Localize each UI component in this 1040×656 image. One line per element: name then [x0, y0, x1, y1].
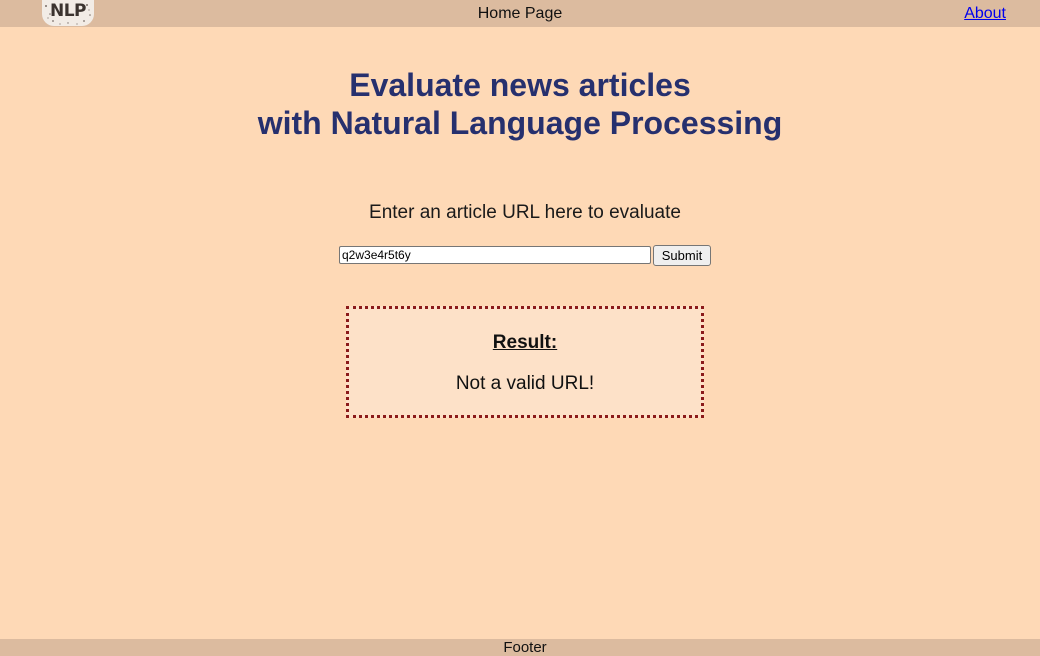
headline-line-1: Evaluate news articles: [349, 67, 691, 103]
result-panel: Result: Not a valid URL!: [346, 306, 704, 418]
footer-text: Footer: [503, 639, 547, 656]
about-link[interactable]: About: [964, 5, 1006, 23]
page: NLP Home Page About Evaluate news articl…: [0, 0, 1040, 656]
page-title: Home Page: [477, 5, 563, 22]
submit-button[interactable]: Submit: [653, 245, 711, 266]
result-heading: Result:: [492, 332, 558, 353]
footer-bar: Footer: [0, 639, 1040, 656]
main-headline: Evaluate news articles with Natural Lang…: [0, 66, 1040, 142]
headline-line-2: with Natural Language Processing: [257, 105, 783, 141]
url-prompt-label: Enter an article URL here to evaluate: [369, 202, 681, 223]
header-bar: NLP Home Page About: [0, 0, 1040, 27]
result-message: Not a valid URL!: [455, 373, 595, 394]
url-input[interactable]: [339, 246, 651, 264]
